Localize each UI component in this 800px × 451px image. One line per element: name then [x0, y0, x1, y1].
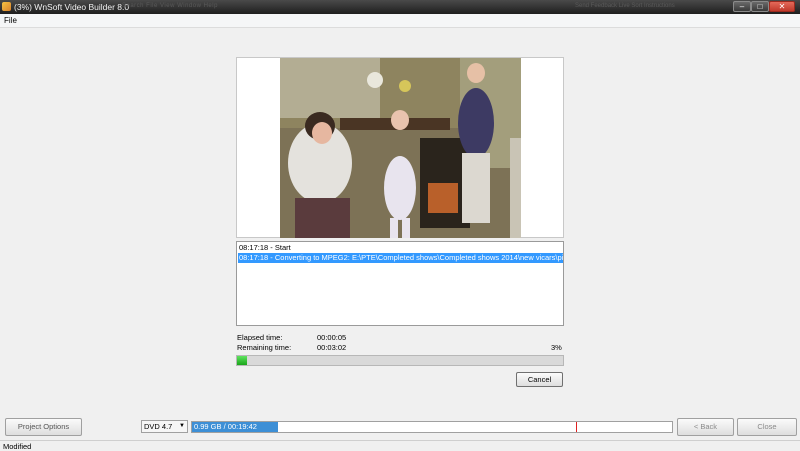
progress-bar [236, 355, 564, 366]
title-bar: (3%) WnSoft Video Builder 8.0 Search Fil… [0, 0, 800, 14]
app-icon [2, 2, 11, 11]
project-options-button[interactable]: Project Options [5, 418, 82, 436]
minimize-button[interactable]: – [733, 1, 751, 12]
background-toolbar-text: Send Feedback Live Sort Instructions [575, 3, 675, 9]
menu-bar: File [0, 14, 800, 28]
progress-bar-fill [237, 356, 247, 365]
video-preview-image [280, 58, 521, 238]
remaining-time-value: 00:03:02 [317, 343, 347, 352]
menu-file[interactable]: File [4, 16, 17, 25]
back-button[interactable]: < Back [677, 418, 734, 436]
maximize-button[interactable]: □ [751, 1, 769, 12]
disc-limit-marker [576, 422, 577, 432]
chevron-down-icon: ▼ [179, 423, 185, 429]
preview-panel [236, 57, 564, 238]
disc-capacity-bar: 0.99 GB / 00:19:42 [191, 421, 673, 433]
disc-usage-text: 0.99 GB / 00:19:42 [194, 422, 257, 431]
disc-type-select[interactable]: DVD 4.7 ▼ [141, 420, 188, 433]
elapsed-time-label: Elapsed time: [237, 333, 283, 342]
log-entry[interactable]: 08:17:18 - Start [238, 243, 563, 253]
remaining-time-label: Remaining time: [237, 343, 292, 352]
status-bar: Modified [0, 440, 800, 451]
window-title: (3%) WnSoft Video Builder 8.0 [14, 2, 130, 12]
elapsed-time-value: 00:00:05 [317, 333, 347, 342]
cancel-button[interactable]: Cancel [516, 372, 563, 387]
close-window-button[interactable]: ✕ [769, 1, 795, 12]
conversion-log[interactable]: 08:17:18 - Start 08:17:18 - Converting t… [236, 241, 564, 326]
close-button[interactable]: Close [737, 418, 797, 436]
disc-type-value: DVD 4.7 [144, 422, 173, 431]
background-menu-text: Search File View Window Help [122, 3, 218, 9]
progress-percent: 3% [551, 343, 562, 352]
log-entry-selected[interactable]: 08:17:18 - Converting to MPEG2: E:\PTE\C… [238, 253, 563, 263]
